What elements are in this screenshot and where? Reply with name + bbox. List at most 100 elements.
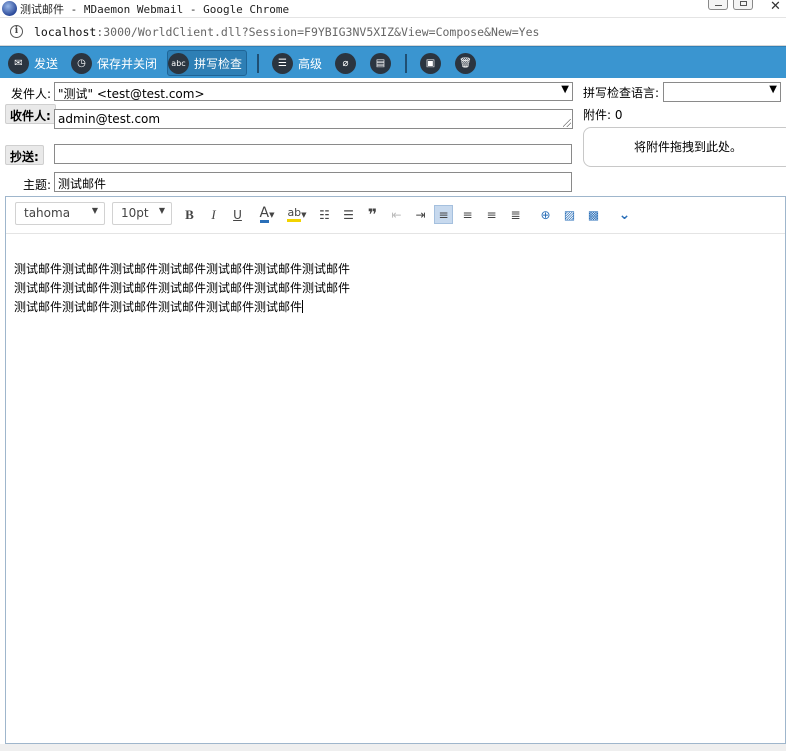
numbered-list-icon: ☷ xyxy=(319,207,330,222)
advanced-button[interactable]: ☰ 高级 xyxy=(272,50,322,76)
close-window-button[interactable]: ✕ xyxy=(770,0,781,14)
resize-grip-icon[interactable] xyxy=(563,119,571,127)
double-chevron-down-icon: ⌄ xyxy=(618,206,631,223)
toolbar-divider xyxy=(257,54,259,73)
paperclip-icon: ⌀ xyxy=(335,52,356,74)
quote-icon: ❞ xyxy=(367,205,378,224)
highlight-icon: ab xyxy=(287,207,302,222)
save-draft-button[interactable]: ▣ xyxy=(420,50,441,76)
site-info-icon[interactable]: i xyxy=(10,25,23,38)
text-color-icon: A xyxy=(259,204,270,223)
text-color-button[interactable]: A ▼ xyxy=(255,205,279,224)
spell-lang-label: 拼写检查语言: xyxy=(583,86,660,100)
window-titlebar: 测试邮件 - MDaemon Webmail - Google Chrome ✕ xyxy=(0,0,786,18)
trash-icon: 🗑 xyxy=(455,52,476,74)
envelope-icon: ✉ xyxy=(8,52,29,74)
save-close-label: 保存并关闭 xyxy=(97,56,158,71)
vcard-button[interactable]: ▤ xyxy=(370,50,391,76)
outdent-button[interactable]: ⇤ xyxy=(387,205,406,224)
italic-button[interactable]: I xyxy=(204,205,223,224)
window-title: 测试邮件 - MDaemon Webmail - Google Chrome xyxy=(20,3,290,16)
spellcheck-icon: abc xyxy=(168,52,189,74)
attach-drop-text: 将附件拖拽到此处。 xyxy=(633,140,742,154)
text-cursor xyxy=(302,300,304,313)
add-image-icon: ▩ xyxy=(587,207,600,222)
floppy-icon: ▣ xyxy=(420,52,441,74)
font-family-dropdown[interactable]: tahoma ▼ xyxy=(15,202,105,225)
url-display[interactable]: localhost:3000/WorldClient.dll?Session=F… xyxy=(34,25,539,39)
font-family-value: tahoma xyxy=(24,206,71,220)
message-body[interactable]: 测试邮件测试邮件测试邮件测试邮件测试邮件测试邮件测试邮件 测试邮件测试邮件测试邮… xyxy=(14,260,350,317)
subject-value: 测试邮件 xyxy=(58,177,107,191)
font-size-value: 10pt xyxy=(121,206,149,220)
spellcheck-label: 拼写检查 xyxy=(194,56,243,71)
sliders-icon: ☰ xyxy=(272,52,293,74)
save-close-button[interactable]: ◷ 保存并关闭 xyxy=(71,50,157,76)
indent-button[interactable]: ⇥ xyxy=(411,205,430,224)
clock-save-icon: ◷ xyxy=(71,52,92,74)
align-left-button[interactable]: ≡ xyxy=(434,205,453,224)
align-right-button[interactable]: ≡ xyxy=(482,205,501,224)
to-field[interactable]: admin@test.com xyxy=(54,109,573,129)
to-address-button[interactable]: 收件人: xyxy=(5,104,56,124)
chevron-down-icon: ▼ xyxy=(158,206,165,215)
justify-icon: ≣ xyxy=(510,207,521,222)
to-value: admin@test.com xyxy=(58,112,161,126)
align-center-icon: ≡ xyxy=(462,207,473,222)
spell-lang-select[interactable]: ▼ xyxy=(663,82,781,102)
bullet-list-button[interactable]: ☰ xyxy=(339,205,358,224)
body-line-last: 测试邮件测试邮件测试邮件测试邮件测试邮件测试邮件 xyxy=(14,298,350,317)
from-select[interactable]: "测试" <test@test.com> ▼ xyxy=(54,82,573,101)
more-tools-button[interactable]: ⌄ xyxy=(615,205,634,224)
vcard-icon: ▤ xyxy=(370,52,391,74)
address-bar: i localhost:3000/WorldClient.dll?Session… xyxy=(0,18,786,46)
attachment-drop-zone[interactable]: 将附件拖拽到此处。 xyxy=(583,127,786,167)
blockquote-button[interactable]: ❞ xyxy=(363,205,382,224)
font-size-dropdown[interactable]: 10pt ▼ xyxy=(112,202,172,225)
align-left-icon: ≡ xyxy=(438,207,449,222)
outdent-icon: ⇤ xyxy=(391,207,402,222)
chevron-down-icon: ▼ xyxy=(301,210,307,219)
body-line: 测试邮件测试邮件测试邮件测试邮件测试邮件测试邮件测试邮件 xyxy=(14,281,351,295)
chevron-down-icon: ▼ xyxy=(269,210,275,219)
message-editor: tahoma ▼ 10pt ▼ B I U A ▼ ab ▼ ☷ ☰ ❞ ⇤ ⇥ ≡… xyxy=(5,196,786,744)
minimize-button[interactable] xyxy=(708,0,728,10)
bold-button[interactable]: B xyxy=(180,205,199,224)
bullet-list-icon: ☰ xyxy=(343,207,354,222)
from-label: 发件人: xyxy=(11,87,52,101)
body-line-text: 测试邮件测试邮件测试邮件测试邮件测试邮件测试邮件 xyxy=(14,300,303,314)
numbered-list-button[interactable]: ☷ xyxy=(315,205,334,224)
cc-address-button[interactable]: 抄送: xyxy=(5,145,44,165)
from-value: "测试" <test@test.com> xyxy=(58,87,205,101)
subject-field[interactable]: 测试邮件 xyxy=(54,172,572,192)
delete-button[interactable]: 🗑 xyxy=(455,50,476,76)
subject-label: 主题: xyxy=(23,178,52,192)
image-icon: ▨ xyxy=(563,207,576,222)
restore-button[interactable] xyxy=(733,0,753,10)
send-button[interactable]: ✉ 发送 xyxy=(8,50,58,76)
attach-button[interactable]: ⌀ xyxy=(335,50,356,76)
insert-cloud-image-button[interactable]: ▩ xyxy=(584,205,603,224)
restore-icon xyxy=(740,1,747,6)
compose-toolbar: ✉ 发送 ◷ 保存并关闭 abc 拼写检查 ☰ 高级 ⌀ ▤ ▣ 🗑 xyxy=(0,46,786,78)
insert-image-button[interactable]: ▨ xyxy=(560,205,579,224)
align-center-button[interactable]: ≡ xyxy=(458,205,477,224)
spellcheck-button[interactable]: abc 拼写检查 xyxy=(167,50,248,76)
send-label: 发送 xyxy=(34,56,59,71)
underline-button[interactable]: U xyxy=(228,205,247,224)
link-icon: ⊕ xyxy=(540,207,551,222)
url-path: :3000/WorldClient.dll?Session=F9YBIG3NV5… xyxy=(96,25,540,39)
indent-icon: ⇥ xyxy=(415,207,426,222)
chevron-down-icon: ▼ xyxy=(561,84,569,95)
highlight-button[interactable]: ab ▼ xyxy=(285,205,309,224)
attachments-count: 附件: 0 xyxy=(583,108,623,122)
editor-toolbar: tahoma ▼ 10pt ▼ B I U A ▼ ab ▼ ☷ ☰ ❞ ⇤ ⇥ ≡… xyxy=(6,197,785,234)
url-host: localhost xyxy=(34,25,97,39)
horizontal-scrollbar[interactable] xyxy=(0,744,786,751)
advanced-label: 高级 xyxy=(298,56,323,71)
cc-field[interactable] xyxy=(54,144,572,164)
insert-link-button[interactable]: ⊕ xyxy=(536,205,555,224)
toolbar-divider xyxy=(405,54,407,73)
chevron-down-icon: ▼ xyxy=(91,206,98,215)
justify-button[interactable]: ≣ xyxy=(506,205,525,224)
